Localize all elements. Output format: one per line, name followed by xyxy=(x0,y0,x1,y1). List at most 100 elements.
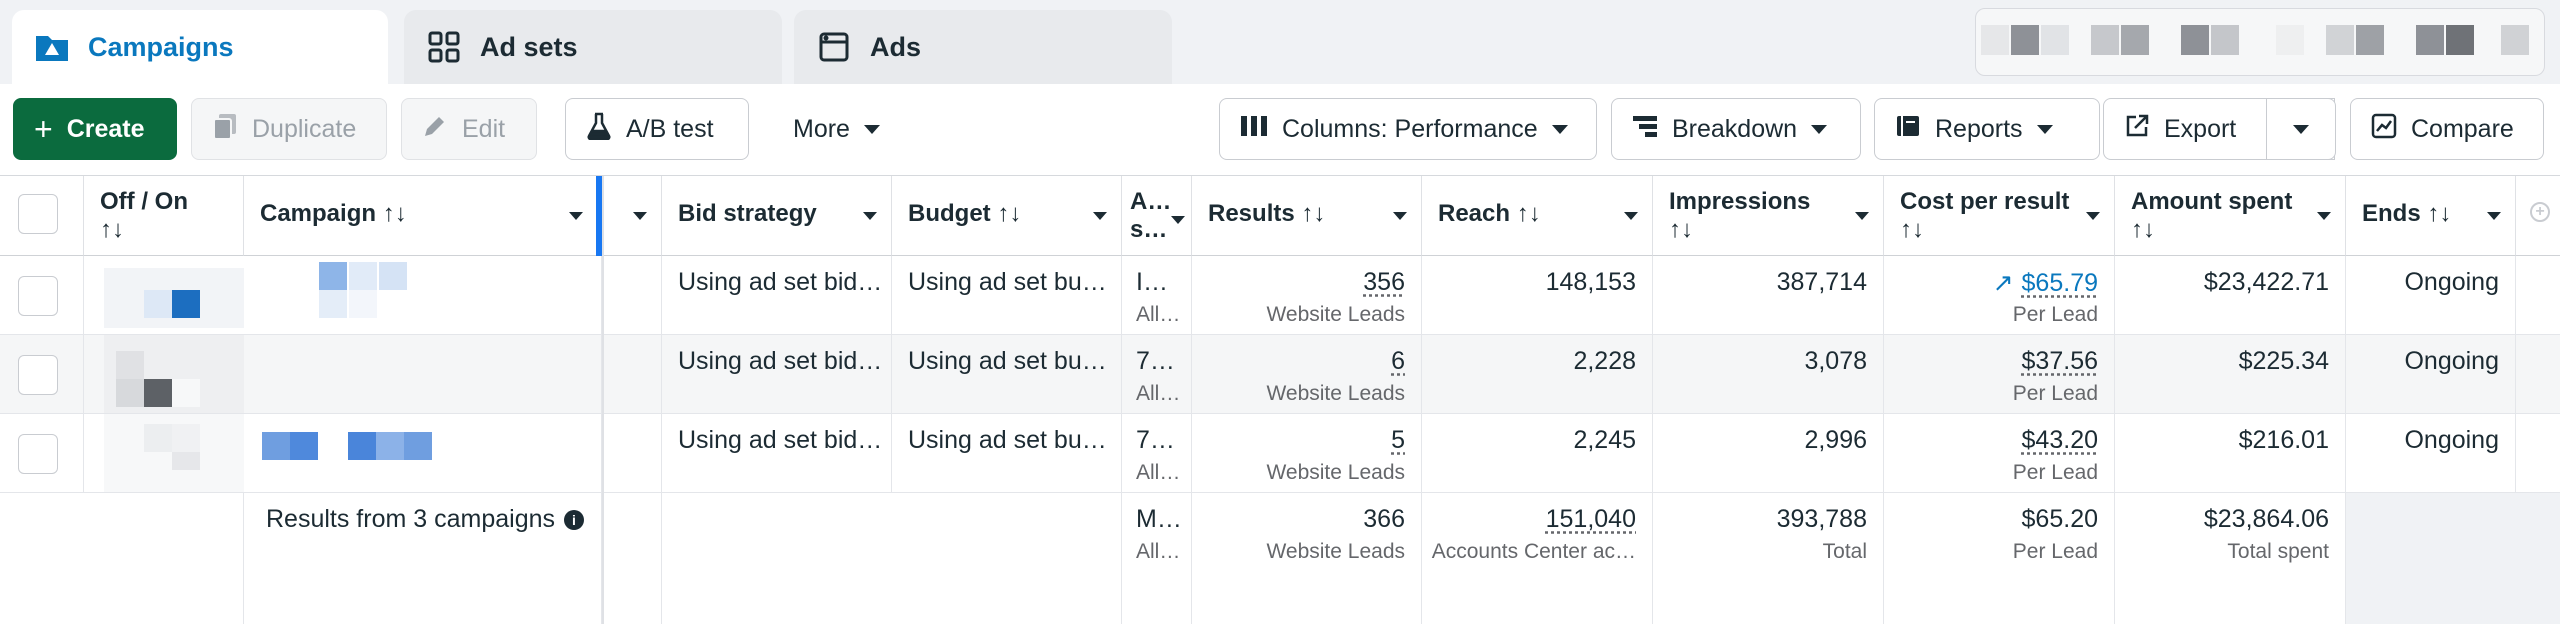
toolbar: + Create Duplicate Edit A/B test More Co… xyxy=(0,84,2560,176)
attribution-value: 7… xyxy=(1136,347,1175,375)
compare-button[interactable]: Compare xyxy=(2350,98,2544,160)
row-checkbox[interactable] xyxy=(18,434,58,474)
impressions-cell: 3,078 xyxy=(1653,335,1884,413)
budget-value: Using ad set bu… xyxy=(908,426,1107,454)
cost-per-result-value[interactable]: $43.20 xyxy=(2022,426,2098,455)
row-checkbox[interactable] xyxy=(18,276,58,316)
campaign-name-cell[interactable] xyxy=(244,414,602,492)
budget-cell: Using ad set bu… xyxy=(892,256,1122,334)
chevron-down-icon xyxy=(2317,212,2331,220)
amount-spent-cell: $23,422.71 xyxy=(2115,256,2346,334)
summary-cpr-cell: $65.20 Per Lead xyxy=(1884,493,2115,624)
header-reach[interactable]: Reach ↑↓ xyxy=(1422,176,1653,256)
cost-per-result-value[interactable]: $65.79 xyxy=(2022,269,2098,297)
cost-per-result-cell: $43.20 Per Lead xyxy=(1884,414,2115,492)
bid-strategy-value: Using ad set bid… xyxy=(678,426,883,454)
reach-value: 2,245 xyxy=(1573,426,1636,454)
tab-campaigns[interactable]: Campaigns xyxy=(12,10,388,84)
summary-label-cell: Results from 3 campaigns i xyxy=(244,493,602,624)
chevron-down-icon xyxy=(2036,124,2053,134)
hidden-col-cell xyxy=(602,335,662,413)
breakdown-button[interactable]: Breakdown xyxy=(1611,98,1861,160)
cost-per-result-unit: Per Lead xyxy=(2012,303,2098,326)
cost-per-result-unit: Per Lead xyxy=(2012,540,2098,563)
info-icon[interactable]: i xyxy=(556,505,584,534)
summary-budget-cell xyxy=(892,493,1122,624)
header-budget[interactable]: Budget ↑↓ xyxy=(892,176,1122,256)
more-button[interactable]: More xyxy=(772,98,902,160)
header-label: A… s… xyxy=(1130,188,1172,243)
sort-icon: ↑↓ xyxy=(382,200,407,227)
reach-total[interactable]: 151,040 xyxy=(1546,505,1636,534)
results-value[interactable]: 5 xyxy=(1391,426,1405,455)
header-attribution[interactable]: A… s… xyxy=(1122,176,1192,256)
header-impressions[interactable]: Impressions ↑↓ xyxy=(1653,176,1884,256)
edit-button[interactable]: Edit xyxy=(401,98,537,160)
add-column-icon: + xyxy=(2530,202,2550,222)
ab-test-button[interactable]: A/B test xyxy=(565,98,749,160)
header-results[interactable]: Results ↑↓ xyxy=(1192,176,1422,256)
trend-up-icon: ↗ xyxy=(1992,269,2014,297)
create-button[interactable]: + Create xyxy=(13,98,177,160)
cost-per-result-value[interactable]: $37.56 xyxy=(2022,347,2098,376)
tab-ads[interactable]: Ads xyxy=(794,10,1172,84)
ends-value: Ongoing xyxy=(2404,347,2499,375)
header-amount-spent[interactable]: Amount spent ↑↓ xyxy=(2115,176,2346,256)
reports-button[interactable]: Reports xyxy=(1874,98,2100,160)
ends-cell: Ongoing xyxy=(2346,256,2516,334)
impressions-value: 2,996 xyxy=(1804,426,1867,454)
sort-icon: ↑↓ xyxy=(2427,200,2452,227)
export-menu-button[interactable] xyxy=(2266,98,2336,160)
results-value[interactable]: 356 xyxy=(1363,268,1405,297)
chevron-down-icon xyxy=(1093,212,1107,220)
ends-cell: Ongoing xyxy=(2346,335,2516,413)
header-hidden-col[interactable] xyxy=(602,176,662,256)
tab-ad-sets[interactable]: Ad sets xyxy=(404,10,782,84)
impressions-cell: 387,714 xyxy=(1653,256,1884,334)
header-add-column[interactable]: + xyxy=(2516,176,2560,256)
results-value[interactable]: 6 xyxy=(1391,347,1405,376)
pencil-icon xyxy=(422,113,448,146)
reach-cell: 2,245 xyxy=(1422,414,1653,492)
results-type: Website Leads xyxy=(1266,540,1405,563)
summary-label: Results from 3 campaigns xyxy=(266,505,556,533)
chevron-down-icon xyxy=(1855,212,1869,220)
summary-attribution-cell: M… All… xyxy=(1122,493,1192,624)
cost-per-result-cell: ↗ $65.79 Per Lead xyxy=(1884,256,2115,334)
table-row[interactable]: Using ad set bid… Using ad set bu… I… All… xyxy=(0,256,2560,335)
amount-spent-value: $225.34 xyxy=(2238,347,2329,375)
header-campaign[interactable]: Campaign ↑↓ xyxy=(244,176,598,256)
columns-label: Columns: Performance xyxy=(1282,114,1538,143)
campaign-toggle[interactable] xyxy=(172,290,200,318)
chevron-down-icon xyxy=(863,124,880,134)
summary-impressions-cell: 393,788 Total xyxy=(1653,493,1884,624)
reach-value: 2,228 xyxy=(1573,347,1636,375)
campaign-name-cell[interactable] xyxy=(244,335,602,413)
ends-cell: Ongoing xyxy=(2346,414,2516,492)
table-row[interactable]: Using ad set bid… Using ad set bu… 7… All… xyxy=(0,335,2560,414)
header-label: Cost per result xyxy=(1900,188,2070,215)
header-off-on[interactable]: Off / On ↑↓ xyxy=(84,176,244,256)
columns-button[interactable]: Columns: Performance xyxy=(1219,98,1597,160)
row-checkbox[interactable] xyxy=(18,355,58,395)
campaign-name-cell[interactable] xyxy=(244,256,602,334)
attribution-value: M… xyxy=(1136,505,1182,533)
header-label: Ends xyxy=(2362,200,2421,227)
header-ends[interactable]: Ends ↑↓ xyxy=(2346,176,2516,256)
table-row[interactable]: Using ad set bid… Using ad set bu… 7… All… xyxy=(0,414,2560,493)
summary-bid-cell xyxy=(662,493,892,624)
header-bid-strategy[interactable]: Bid strategy xyxy=(662,176,892,256)
amount-spent-sub: Total spent xyxy=(2227,540,2329,563)
campaign-folder-icon xyxy=(34,29,70,65)
header-cost-per-result[interactable]: Cost per result ↑↓ xyxy=(1884,176,2115,256)
results-cell: 5 Website Leads xyxy=(1192,414,1422,492)
campaign-toggle[interactable] xyxy=(172,424,200,452)
budget-cell: Using ad set bu… xyxy=(892,335,1122,413)
compare-icon xyxy=(2371,113,2397,146)
duplicate-button[interactable]: Duplicate xyxy=(191,98,387,160)
attribution-cell: 7… All… xyxy=(1122,335,1192,413)
campaign-toggle[interactable] xyxy=(144,379,172,407)
chevron-down-icon xyxy=(2086,212,2100,220)
select-all-checkbox[interactable] xyxy=(18,194,58,234)
date-range-picker[interactable] xyxy=(1975,8,2545,76)
